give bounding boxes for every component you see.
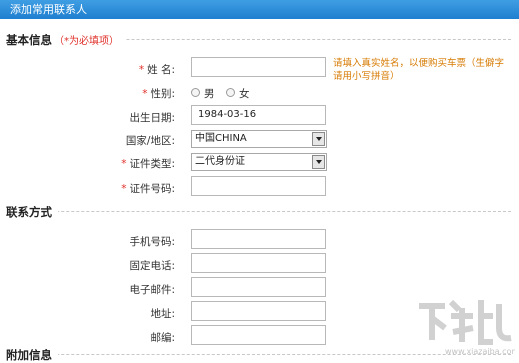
id-number-field[interactable]	[191, 176, 326, 196]
idtype-select[interactable]: 二代身份证	[191, 153, 327, 171]
phone-field[interactable]	[191, 253, 326, 273]
country-select-value: 中国CHINA	[195, 133, 247, 144]
zip-label: 邮编:	[150, 332, 175, 344]
idtype-label: * 证件类型:	[0, 156, 175, 171]
phone-label: 固定电话:	[129, 260, 175, 272]
chevron-down-icon[interactable]	[312, 155, 325, 169]
email-field[interactable]	[191, 277, 326, 297]
name-field[interactable]	[191, 57, 326, 77]
watermark-logo: www.xiazaiba.com	[415, 288, 519, 358]
name-label: * 姓 名:	[0, 62, 175, 77]
gender-label-text: 性别:	[150, 88, 175, 100]
gender-label: * 性别:	[0, 86, 175, 101]
dialog-title: 添加常用联系人	[10, 3, 87, 16]
chevron-down-icon[interactable]	[312, 132, 325, 146]
name-label-text: 姓 名:	[147, 64, 175, 76]
address-field[interactable]	[191, 301, 326, 321]
idno-label-text: 证件号码:	[129, 183, 175, 195]
gender-male-label[interactable]: 男	[204, 86, 215, 101]
required-mark: *	[121, 183, 127, 195]
idno-label: * 证件号码:	[0, 181, 175, 196]
birth-date-field[interactable]: 1984-03-16	[191, 105, 326, 125]
required-mark: *	[138, 64, 145, 76]
address-label: 地址:	[150, 308, 175, 320]
zip-field[interactable]	[191, 325, 326, 345]
mobile-label: 手机号码:	[129, 236, 175, 248]
country-select[interactable]: 中国CHINA	[191, 130, 327, 148]
required-mark: *	[121, 158, 127, 170]
email-label: 电子邮件:	[129, 284, 175, 296]
section-title-contact: 联系方式	[6, 204, 58, 220]
section-title-basic: 基本信息 （*为必填项）	[6, 32, 125, 48]
section-title-basic-text: 基本信息	[6, 33, 52, 47]
section-divider	[6, 211, 511, 212]
country-label: 国家/地区:	[125, 135, 175, 147]
mobile-field[interactable]	[191, 229, 326, 249]
birth-label: 出生日期:	[129, 112, 175, 124]
gender-male-radio[interactable]	[191, 88, 200, 97]
gender-female-label[interactable]: 女	[239, 86, 250, 101]
svg-text:www.xiazaiba.com: www.xiazaiba.com	[445, 347, 515, 356]
idtype-label-text: 证件类型:	[129, 158, 175, 170]
dialog-titlebar: 添加常用联系人	[0, 0, 519, 19]
required-mark: *	[142, 88, 148, 100]
gender-female-radio[interactable]	[226, 88, 235, 97]
idtype-select-value: 二代身份证	[195, 156, 245, 167]
name-hint: 请填入真实姓名，以便购买车票（生僻字请用小写拼音）	[333, 58, 505, 82]
required-note: （*为必填项）	[54, 36, 119, 47]
